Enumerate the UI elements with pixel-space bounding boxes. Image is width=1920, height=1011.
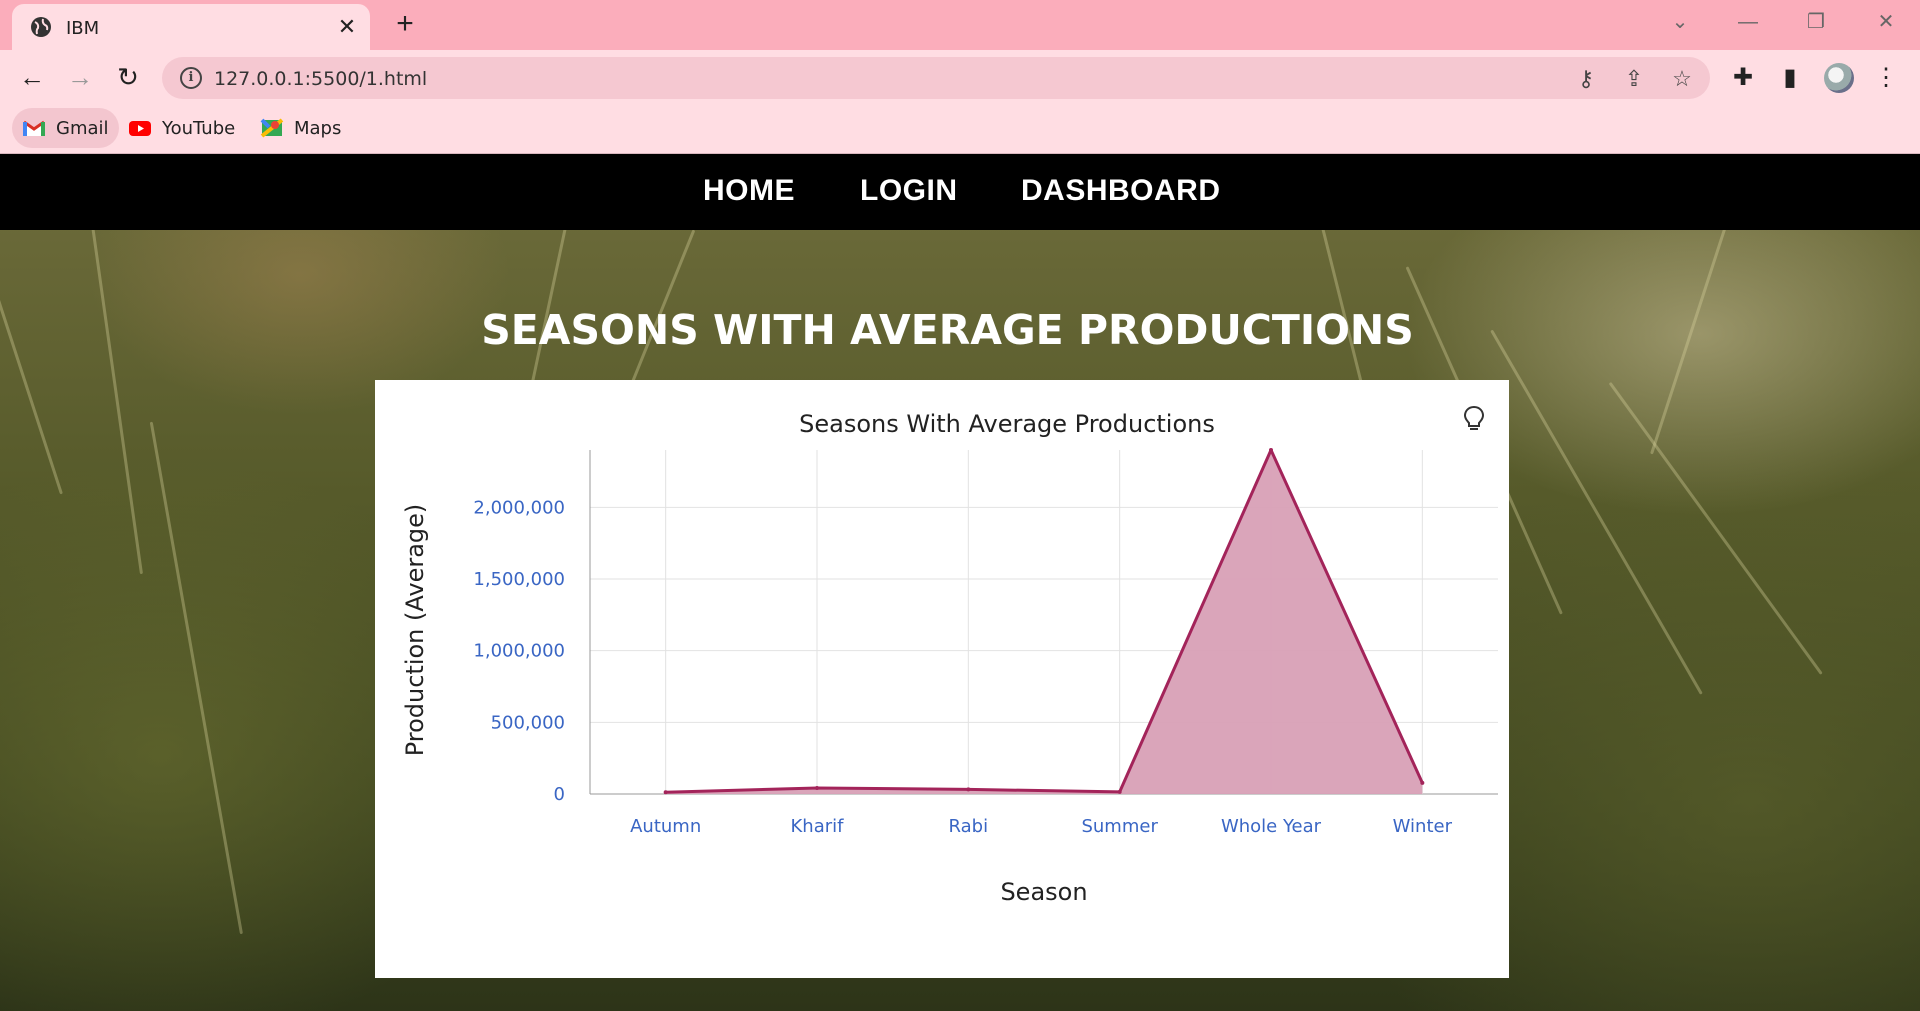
nav-home-link[interactable]: HOME	[703, 174, 795, 208]
data-point	[1117, 789, 1122, 794]
y-tick-label: 500,000	[491, 712, 565, 733]
x-tick-label: Kharif	[791, 816, 845, 837]
extensions-icon[interactable]: ✚	[1727, 62, 1759, 94]
data-point	[1269, 448, 1273, 452]
side-panel-icon[interactable]: ▮	[1774, 62, 1806, 94]
new-tab-icon[interactable]: +	[390, 9, 420, 40]
close-tab-icon[interactable]: ✕	[332, 12, 362, 42]
maps-icon	[260, 118, 284, 138]
browser-tab[interactable]: IBM ✕	[12, 4, 370, 50]
y-tick-label: 1,000,000	[473, 641, 565, 662]
tab-search-icon[interactable]: ⌄	[1660, 8, 1700, 36]
youtube-icon	[129, 121, 151, 136]
y-tick-label: 0	[554, 784, 565, 805]
minimize-icon[interactable]: —	[1728, 8, 1768, 36]
forward-icon[interactable]: →	[64, 62, 96, 94]
data-point	[966, 787, 971, 792]
bookmark-label: Maps	[294, 117, 342, 139]
browser-tab-strip: IBM ✕ + ⌄ — ❐ ✕	[0, 0, 1920, 50]
bookmark-label: Gmail	[56, 117, 109, 139]
area-chart: 0 500,000 1,000,000 1,500,000 2,000,000 Autum…	[401, 448, 1498, 906]
x-tick-label: Autumn	[630, 816, 701, 837]
bookmark-youtube[interactable]: YouTube	[118, 108, 245, 148]
page-title: SEASONS WITH AVERAGE PRODUCTIONS	[481, 306, 1414, 354]
profile-avatar[interactable]	[1824, 63, 1854, 93]
site-info-icon[interactable]: i	[180, 67, 202, 89]
y-axis-title: Production (Average)	[401, 504, 429, 757]
share-icon[interactable]: ⇪	[1620, 65, 1648, 93]
site-navbar: HOME LOGIN DASHBOARD	[0, 154, 1920, 230]
data-point	[663, 790, 668, 795]
data-point	[1420, 780, 1425, 785]
x-tick-label: Rabi	[949, 816, 989, 837]
page-viewport: HOME LOGIN DASHBOARD SEASONS WITH AVERAG…	[0, 154, 1920, 1011]
url-text: 127.0.0.1:5500/1.html	[214, 68, 428, 90]
close-window-icon[interactable]: ✕	[1866, 8, 1906, 36]
chart-card: Seasons With Average Productions 0 500,00…	[375, 380, 1509, 978]
y-tick-label: 2,000,000	[473, 497, 565, 518]
globe-icon	[31, 17, 51, 37]
data-point	[815, 785, 819, 790]
gmail-icon	[23, 120, 45, 136]
bookmark-gmail[interactable]: Gmail	[12, 108, 119, 148]
bookmarks-bar: Gmail YouTube Maps	[0, 106, 1920, 154]
x-tick-label: Summer	[1081, 816, 1158, 837]
x-axis-title: Season	[1000, 878, 1087, 906]
bookmark-label: YouTube	[162, 117, 236, 139]
x-tick-label: Whole Year	[1221, 816, 1322, 837]
area-fill	[665, 450, 1423, 794]
bookmark-star-icon[interactable]: ☆	[1668, 65, 1696, 93]
tab-title: IBM	[66, 18, 100, 39]
address-bar[interactable]: i 127.0.0.1:5500/1.html ⚷ ⇪ ☆	[162, 57, 1710, 99]
browser-toolbar: ← → ↻ i 127.0.0.1:5500/1.html ⚷ ⇪ ☆ ✚ ▮ …	[0, 50, 1920, 106]
x-tick-label: Winter	[1393, 816, 1453, 837]
back-icon[interactable]: ←	[16, 62, 48, 94]
y-tick-label: 1,500,000	[473, 569, 565, 590]
reload-icon[interactable]: ↻	[112, 62, 144, 94]
nav-login-link[interactable]: LOGIN	[860, 174, 958, 208]
nav-dashboard-link[interactable]: DASHBOARD	[1021, 174, 1221, 208]
restore-icon[interactable]: ❐	[1796, 8, 1836, 36]
bookmark-maps[interactable]: Maps	[250, 108, 351, 148]
key-icon[interactable]: ⚷	[1572, 65, 1600, 93]
menu-kebab-icon[interactable]: ⋮	[1870, 62, 1902, 94]
